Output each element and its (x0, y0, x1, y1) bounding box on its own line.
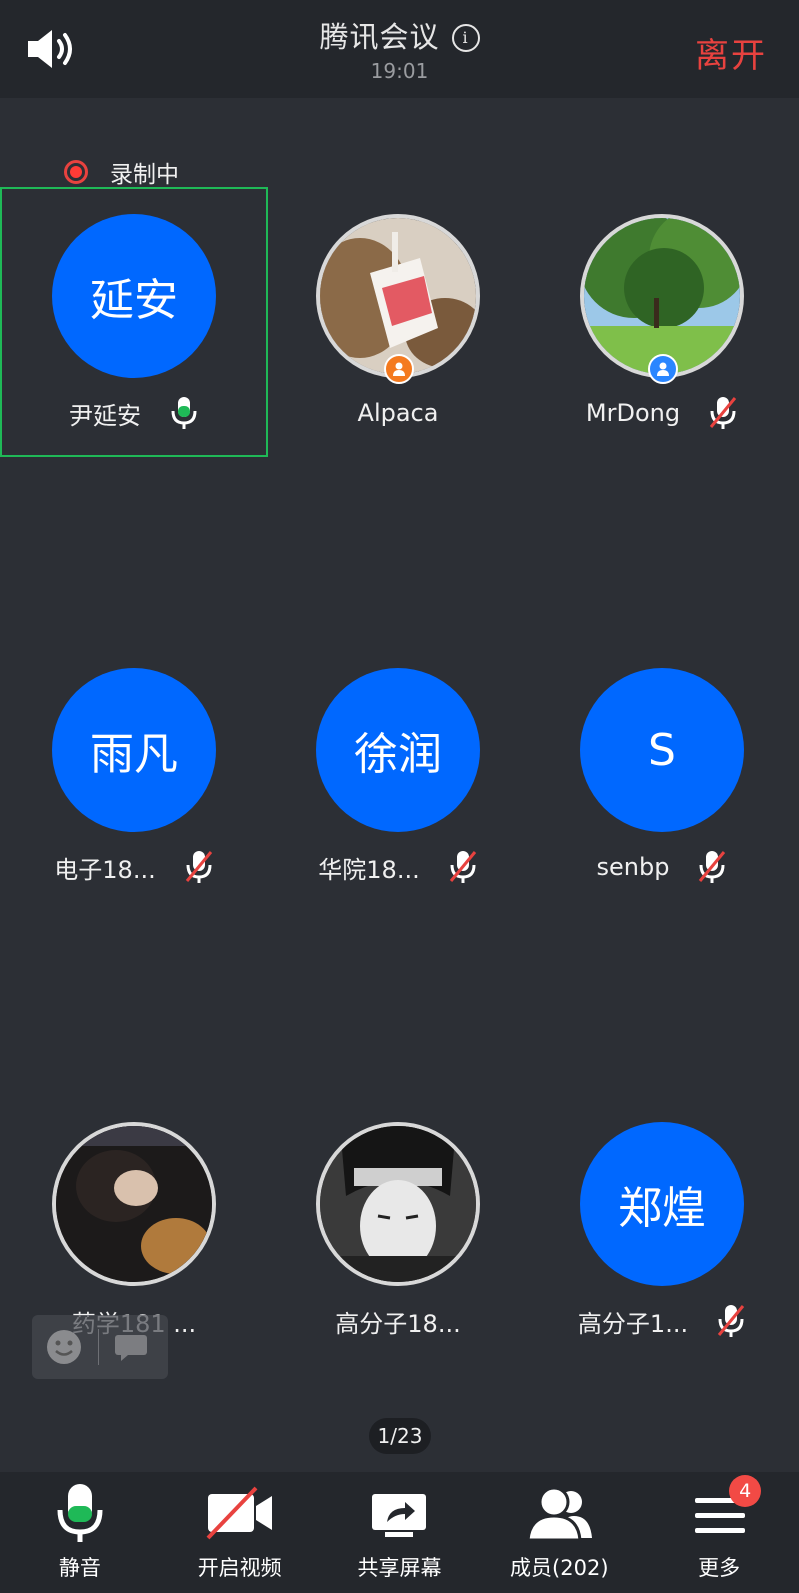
more-label: 更多 (698, 1556, 741, 1580)
participant-tile[interactable]: MrDong (528, 187, 796, 457)
avatar: 延安 (52, 214, 216, 378)
participant-name: Alpaca (357, 399, 439, 427)
participant-name-row: MrDong (528, 393, 796, 433)
participant-name-row: 高分子18... (264, 1301, 532, 1341)
participant-name: 尹延安 (69, 401, 141, 430)
mic-muted-icon (709, 397, 737, 429)
participant-tile[interactable]: 徐润 华院18... (264, 641, 532, 911)
participant-tile[interactable]: 雨凡 电子18... (0, 641, 268, 911)
participant-name-row: 华院18... (264, 847, 532, 887)
divider (98, 1329, 99, 1365)
start-video-label: 开启视频 (197, 1556, 282, 1580)
top-bar: 腾讯会议 i 19:01 离开 (0, 0, 799, 98)
mute-button[interactable]: 静音 (0, 1472, 160, 1593)
avatar-photo (316, 1122, 480, 1286)
emoji-icon[interactable] (44, 1327, 84, 1367)
notification-badge: 4 (729, 1475, 762, 1507)
participant-tile[interactable]: S senbp (528, 641, 796, 911)
share-screen-icon (372, 1494, 427, 1537)
avatar: S (580, 668, 744, 832)
members-label: 成员(202) (510, 1556, 609, 1580)
cohost-badge-icon (648, 354, 678, 384)
meeting-title: 腾讯会议 i (0, 14, 799, 56)
page-indicator: 1/23 (369, 1418, 431, 1454)
participant-tile[interactable]: 延安 尹延安 (0, 187, 268, 457)
participant-name-row: Alpaca (264, 393, 532, 433)
participant-name: 高分子1... (577, 1309, 689, 1338)
members-button[interactable]: 成员(202) (479, 1472, 639, 1593)
mic-active-icon (171, 397, 197, 429)
participant-tile[interactable]: 郑煌 高分子1... (528, 1095, 796, 1365)
mic-muted-icon (449, 851, 476, 883)
avatar: 郑煌 (580, 1122, 744, 1286)
more-button[interactable]: 4 更多 (639, 1472, 799, 1593)
recording-label: 录制中 (110, 162, 179, 188)
share-screen-button[interactable]: 共享屏幕 (320, 1472, 480, 1593)
participant-tile[interactable]: 高分子18... (264, 1095, 532, 1365)
microphone-icon (57, 1484, 103, 1542)
participant-name-row: 电子18... (0, 847, 268, 887)
mic-muted-icon (185, 851, 212, 883)
participant-name: MrDong (585, 399, 681, 427)
participant-name: senbp (596, 853, 670, 881)
avatar-photo (52, 1122, 216, 1286)
share-screen-label: 共享屏幕 (357, 1556, 442, 1580)
host-badge-icon (384, 354, 414, 384)
participant-tile[interactable]: Alpaca (264, 187, 532, 457)
chat-icon[interactable] (113, 1331, 149, 1363)
meeting-time: 19:01 (370, 59, 429, 83)
mic-muted-icon (717, 1305, 745, 1337)
record-icon (64, 160, 88, 184)
avatar: 雨凡 (52, 668, 216, 832)
start-video-button[interactable]: 开启视频 (160, 1472, 320, 1593)
mic-muted-icon (699, 851, 726, 883)
participant-name: 高分子18... (335, 1309, 461, 1338)
video-off-icon (206, 1486, 272, 1540)
participant-name: 电子18... (54, 855, 156, 884)
info-icon[interactable]: i (451, 24, 480, 52)
bottom-toolbar: 静音 开启视频 共享屏幕 成员(202) 4 更多 (0, 1472, 799, 1593)
participant-name-row: 尹延安 (0, 393, 268, 433)
participant-name-row: 高分子1... (528, 1301, 796, 1341)
leave-button[interactable]: 离开 (695, 28, 767, 77)
participant-name-row: senbp (528, 847, 796, 887)
recording-indicator: 录制中 (64, 155, 179, 189)
meeting-title-text: 腾讯会议 (319, 20, 440, 54)
mute-label: 静音 (58, 1556, 101, 1580)
avatar: 徐润 (316, 668, 480, 832)
members-icon (526, 1486, 593, 1542)
participant-name: 华院18... (318, 855, 420, 884)
reaction-overlay[interactable] (32, 1315, 168, 1379)
